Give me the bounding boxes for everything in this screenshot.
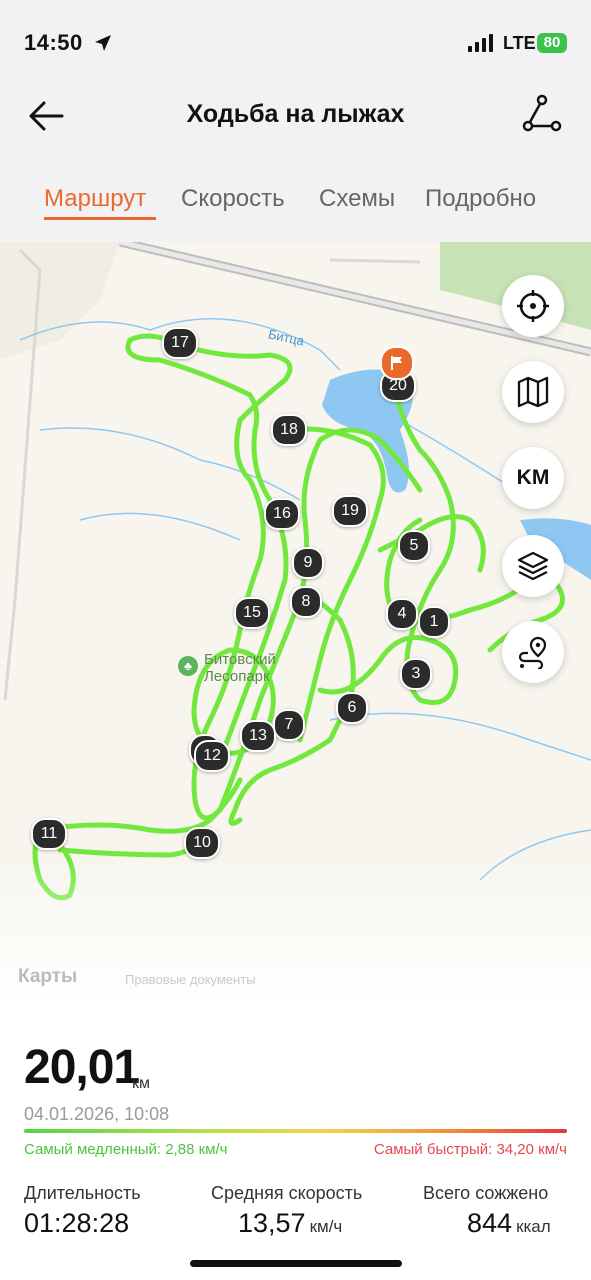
km-label: KM [516, 466, 550, 489]
duration-label: Длительность [24, 1183, 141, 1203]
km-marker-3[interactable]: 3 [400, 658, 432, 690]
workout-datetime: 04.01.2026, 10:08 [24, 1104, 170, 1124]
km-marker-6[interactable]: 6 [336, 692, 368, 724]
tab-speed[interactable]: Скорость [181, 185, 285, 213]
km-marker-11[interactable]: 11 [31, 818, 67, 850]
calories: 844 ккал [467, 1208, 551, 1239]
tab-underline [44, 217, 156, 220]
km-marker-15[interactable]: 15 [234, 597, 270, 629]
status-time: 14:50 [24, 30, 83, 55]
km-marker-16[interactable]: 16 [264, 498, 300, 530]
map-canvas [0, 242, 591, 1002]
km-marker-10[interactable]: 10 [184, 827, 220, 859]
page-title: Ходьба на лыжах [186, 100, 405, 128]
calories-value: 844 [467, 1208, 513, 1238]
network-label: LTE [503, 33, 536, 53]
km-marker-9[interactable]: 9 [292, 547, 324, 579]
speed-gradient-bar [24, 1129, 567, 1133]
km-marker-1[interactable]: 1 [418, 606, 450, 638]
route-pin-icon [518, 636, 547, 669]
calories-label: Всего сожжено [423, 1183, 549, 1203]
km-marker-7[interactable]: 7 [273, 709, 305, 741]
km-marker-12[interactable]: 12 [194, 740, 230, 772]
km-marker-4[interactable]: 4 [386, 598, 418, 630]
recenter-button[interactable] [502, 275, 564, 337]
duration-value: 01:28:28 [24, 1208, 130, 1238]
slowest-speed: Самый медленный: 2,88 км/ч [24, 1141, 228, 1158]
calories-unit: ккал [516, 1217, 551, 1236]
crosshair-icon [517, 290, 549, 322]
distance-unit: км [132, 1075, 150, 1092]
park-icon: ♣ [178, 656, 198, 676]
km-marker-5[interactable]: 5 [398, 530, 430, 562]
park-label: Битовский Лесопарк [204, 651, 276, 685]
km-marker-18[interactable]: 18 [271, 414, 307, 446]
maps-watermark: Карты [18, 966, 78, 987]
signal-icon [468, 34, 493, 52]
layers-icon [517, 551, 549, 581]
route-replay-button[interactable] [502, 621, 564, 683]
battery-icon: 80 [537, 33, 567, 53]
km-marker-17[interactable]: 17 [162, 327, 198, 359]
layers-button[interactable] [502, 535, 564, 597]
avg-speed: 13,57 км/ч [238, 1208, 342, 1239]
home-indicator [190, 1260, 402, 1267]
avg-speed-label: Средняя скорость [211, 1183, 363, 1203]
km-marker-13[interactable]: 13 [240, 720, 276, 752]
fastest-speed: Самый быстрый: 34,20 км/ч [373, 1141, 567, 1158]
distance-value: 20,01 [24, 1041, 140, 1094]
legal-link[interactable]: Правовые документы [125, 972, 256, 987]
location-arrow-icon [95, 35, 111, 51]
tab-route[interactable]: Маршрут [44, 185, 146, 213]
avg-speed-value: 13,57 [238, 1208, 306, 1238]
map-type-button[interactable] [502, 361, 564, 423]
km-toggle-button[interactable]: KM [502, 447, 564, 509]
finish-flag-icon[interactable] [380, 346, 414, 380]
route-map[interactable]: Битца ♣ Битовский Лесопарк 1234567891011… [0, 242, 591, 1002]
avg-speed-unit: км/ч [309, 1217, 343, 1236]
route-share-icon[interactable] [520, 94, 564, 134]
map-icon [517, 376, 549, 408]
km-marker-8[interactable]: 8 [290, 586, 322, 618]
tab-charts[interactable]: Схемы [319, 185, 395, 213]
km-marker-19[interactable]: 19 [332, 495, 368, 527]
tab-details[interactable]: Подробно [425, 185, 536, 213]
